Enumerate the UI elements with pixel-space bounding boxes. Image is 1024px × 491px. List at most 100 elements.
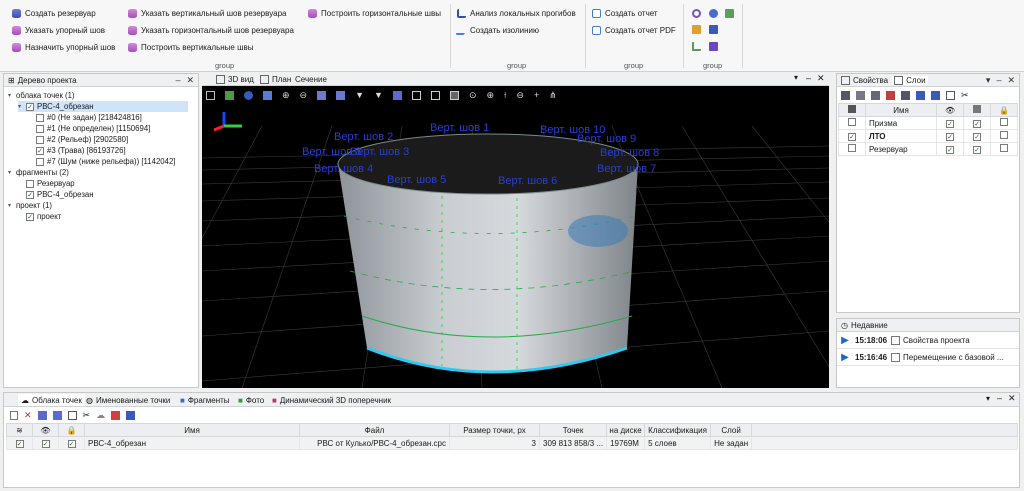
tab-point-clouds[interactable]: ☁ Облака точек <box>18 394 85 406</box>
tab-layers[interactable]: Слои <box>892 75 928 85</box>
layer-snap-checkbox[interactable]: ✓ <box>973 119 982 128</box>
profile-icon[interactable] <box>692 42 701 51</box>
visibility-checkbox[interactable] <box>26 179 34 188</box>
row-lock[interactable]: ✓ <box>58 436 85 450</box>
layer-lock[interactable] <box>990 129 1018 143</box>
color-layer-icon[interactable] <box>886 90 895 100</box>
create-pdf-report-button[interactable]: Создать отчет PDF <box>592 24 676 37</box>
row-active[interactable]: ✓ <box>6 436 33 450</box>
minimize-icon[interactable]: – <box>996 75 1001 85</box>
specify-horizontal-seam-button[interactable]: Указать горизонтальный шов резервуара <box>128 24 294 37</box>
tree-item[interactable]: ▾ фрагменты (2) <box>8 167 69 178</box>
crosshair-icon[interactable]: ⊕ <box>486 90 494 101</box>
layer-lock-checkbox[interactable] <box>1000 131 1008 139</box>
measure-icon[interactable] <box>709 42 718 51</box>
expand-toggle-icon[interactable]: ▾ <box>8 169 15 176</box>
tab-menu-icon[interactable]: ▾ <box>794 73 798 82</box>
zoom-out-icon[interactable]: ⊖ <box>300 90 308 101</box>
select-rect-icon[interactable] <box>411 90 421 100</box>
tree-item[interactable]: ✓ РВС-4_обрезан <box>18 189 94 200</box>
export-icon[interactable] <box>126 410 136 420</box>
tree-item[interactable]: ✓ #3 (Трава) [86193726] <box>28 145 126 156</box>
tree-item[interactable]: #1 (Не определен) [1150694] <box>28 123 150 134</box>
tab-named-points[interactable]: ◍ Именованные точки <box>86 394 170 406</box>
expand-toggle-icon[interactable]: ▾ <box>8 202 15 209</box>
visibility-checkbox[interactable]: ✓ <box>26 190 34 199</box>
row-checkbox[interactable]: ✓ <box>67 439 76 448</box>
measure-line-icon[interactable]: ⟊ <box>504 90 506 101</box>
expand-toggle-icon[interactable]: ▾ <box>18 103 25 110</box>
close-icon[interactable]: ✕ <box>1008 393 1016 404</box>
tree-item[interactable]: ✓ проект <box>18 211 61 222</box>
tree-item[interactable]: Резервуар <box>18 178 75 189</box>
sphere-icon[interactable] <box>709 9 718 18</box>
build-vertical-seams-button[interactable]: Построить вертикальные швы <box>128 41 254 54</box>
clip-box-icon[interactable] <box>449 90 459 100</box>
create-report-button[interactable]: Создать отчет <box>592 7 658 20</box>
assign-stop-seam-button[interactable]: Назначить упорный шов <box>12 41 115 54</box>
layer-lock[interactable] <box>990 142 1018 156</box>
table-icon[interactable] <box>67 410 77 420</box>
tree-item[interactable]: ▾ проект (1) <box>8 200 52 211</box>
visibility-checkbox[interactable] <box>36 124 44 133</box>
table-icon[interactable] <box>946 90 955 100</box>
tree-item[interactable]: #7 (Шум (ниже рельефа)) [1142042] <box>28 156 175 167</box>
layer-lock-checkbox[interactable] <box>1000 118 1008 126</box>
horizontal-section-icon[interactable]: ⊖ <box>516 90 524 101</box>
expand-toggle-icon[interactable]: ▾ <box>8 92 15 99</box>
recent-item[interactable]: ▶ 15:16:46 Перемещение с базовой ... <box>837 349 1019 366</box>
layer-snap-checkbox[interactable]: ✓ <box>973 132 982 141</box>
layer-snap-checkbox[interactable]: ✓ <box>973 145 982 154</box>
tab-section[interactable]: Сечение <box>295 73 327 85</box>
layer-row[interactable]: Призма ✓ ✓ <box>838 116 1018 130</box>
tools-icon[interactable]: ✂ <box>83 410 91 421</box>
color-icon[interactable] <box>111 410 121 420</box>
create-isoline-button[interactable]: Создать изолинию <box>455 24 539 37</box>
tank-tool-icon[interactable] <box>709 25 718 34</box>
layer-active[interactable] <box>838 116 866 130</box>
binoculars-icon[interactable] <box>263 90 272 100</box>
add-point-icon[interactable]: + <box>534 90 539 100</box>
visibility-checkbox[interactable] <box>36 135 44 144</box>
specify-vertical-seam-button[interactable]: Указать вертикальный шов резервуара <box>128 7 286 20</box>
target-icon[interactable]: ⊙ <box>469 90 477 101</box>
visibility-checkbox[interactable]: ✓ <box>36 146 44 155</box>
find-layer-icon[interactable] <box>916 90 925 100</box>
new-icon[interactable] <box>10 410 18 420</box>
find-next-icon[interactable] <box>336 90 346 100</box>
zoom-in-icon[interactable]: ⊕ <box>282 90 290 101</box>
minimize-icon[interactable]: – <box>997 393 1002 403</box>
layer-snap[interactable]: ✓ <box>963 116 992 130</box>
tab-menu-icon[interactable]: ▾ <box>986 75 991 86</box>
layer-row[interactable]: Резервуар ✓ ✓ <box>838 142 1018 156</box>
layer-active[interactable]: ✓ <box>838 129 866 143</box>
snap-icon[interactable]: ⋔ <box>549 90 557 101</box>
layer-snap[interactable]: ✓ <box>963 129 992 143</box>
row-visible[interactable]: ✓ <box>32 436 59 450</box>
cloud-icon[interactable]: ☁ <box>96 410 105 421</box>
layer-active-checkbox[interactable] <box>847 118 856 126</box>
tab-photo[interactable]: ■ Фото <box>238 394 264 406</box>
tree-item[interactable]: #2 (Рельеф) [2902580] <box>28 134 128 145</box>
layer-active-checkbox[interactable]: ✓ <box>847 132 856 141</box>
layer-row[interactable]: ✓ ЛТО ✓ ✓ <box>838 129 1018 143</box>
tab-3d-view[interactable]: 3D вид <box>216 73 254 85</box>
minimize-icon[interactable]: – <box>806 73 811 83</box>
row-checkbox[interactable]: ✓ <box>41 439 50 448</box>
folder-icon[interactable] <box>692 25 701 34</box>
close-icon[interactable]: ✕ <box>1007 75 1015 86</box>
find-icon[interactable] <box>317 90 327 100</box>
pan-icon[interactable] <box>392 90 402 100</box>
layer-visible-checkbox[interactable]: ✓ <box>946 119 955 128</box>
close-icon[interactable]: ✕ <box>186 75 194 86</box>
play-icon[interactable]: ▶ <box>837 349 853 365</box>
table-row[interactable]: ✓ ✓ ✓ РВС-4_обрезан РВС от Кулько/РВС-4_обре… <box>6 436 1018 450</box>
point-size-icon[interactable] <box>244 90 253 100</box>
tab-fragments[interactable]: ■ Фрагменты <box>180 394 230 406</box>
layer-lock-checkbox[interactable] <box>1000 144 1008 152</box>
tree-item[interactable]: ▾ облака точек (1) <box>8 90 75 101</box>
layer-visible-checkbox[interactable]: ✓ <box>946 132 955 141</box>
minimize-icon[interactable]: – <box>175 75 180 85</box>
lasso-icon[interactable] <box>692 9 701 18</box>
close-icon[interactable]: ✕ <box>817 73 825 84</box>
